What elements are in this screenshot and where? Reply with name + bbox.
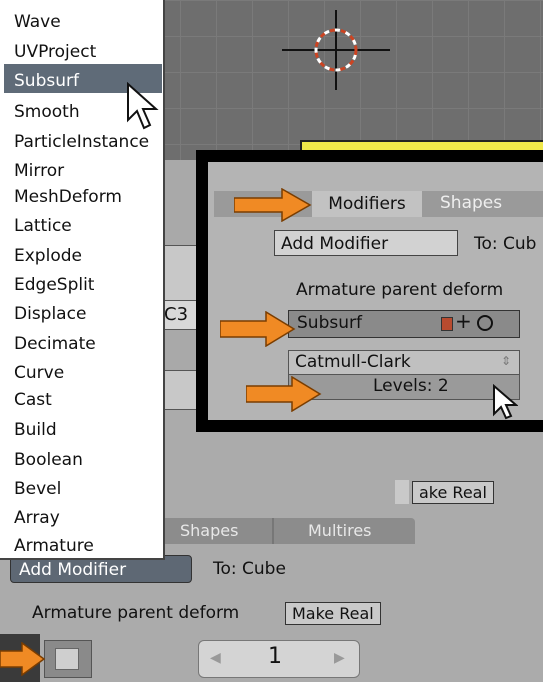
menu-item-particleinstance[interactable]: ParticleInstance — [14, 132, 149, 152]
armature-parent-deform-label: Armature parent deform — [296, 280, 504, 300]
target-label: To: Cube — [213, 559, 286, 579]
make-real-button-partial[interactable]: ake Real — [412, 481, 494, 504]
arrow-annotation-modifiers-icon — [234, 188, 312, 222]
dropdown-arrows-icon: ⇕ — [501, 354, 512, 368]
menu-item-uvproject[interactable]: UVProject — [14, 42, 96, 62]
editmode-toggle-icon[interactable]: + — [455, 309, 472, 333]
menu-item-lattice[interactable]: Lattice — [14, 216, 72, 236]
panel-field-partial — [163, 370, 198, 410]
subsurf-modifier-header[interactable]: Subsurf + — [288, 309, 520, 338]
image-icon — [55, 648, 79, 670]
tab-divider — [272, 518, 274, 544]
levels-value: Levels: 2 — [373, 376, 449, 396]
menu-item-subsurf[interactable]: Subsurf — [14, 71, 79, 91]
menu-item-array[interactable]: Array — [14, 508, 60, 528]
frame-number-value: 1 — [268, 644, 282, 669]
add-modifier-button[interactable]: Add Modifier — [274, 230, 458, 256]
mouse-cursor-icon — [493, 384, 518, 420]
panel-field-partial-c3[interactable]: C3 — [163, 300, 199, 330]
panel-field-partial — [163, 245, 198, 303]
render-toggle-icon[interactable] — [441, 317, 453, 331]
levels-field[interactable]: Levels: 2 — [288, 374, 520, 400]
3d-cursor-icon — [282, 10, 390, 90]
menu-item-edgesplit[interactable]: EdgeSplit — [14, 275, 94, 295]
panel-edge — [395, 480, 409, 504]
target-label: To: Cub — [474, 234, 537, 254]
panel-tabs: Shapes Multires — [160, 518, 415, 544]
tab-modifiers[interactable]: Modifiers — [312, 191, 422, 217]
menu-item-meshdeform[interactable]: MeshDeform — [14, 187, 122, 207]
armature-parent-deform-label: Armature parent deform — [32, 603, 240, 623]
make-real-button[interactable]: Make Real — [285, 602, 381, 625]
menu-item-explode[interactable]: Explode — [14, 246, 82, 266]
menu-item-mirror[interactable]: Mirror — [14, 161, 64, 181]
image-button[interactable] — [44, 640, 92, 678]
mouse-cursor-icon — [127, 82, 159, 130]
arrow-annotation-levels-icon — [246, 376, 322, 412]
tab-shapes[interactable]: Shapes — [440, 193, 502, 213]
menu-item-decimate[interactable]: Decimate — [14, 334, 96, 354]
subdivision-type-dropdown[interactable]: Catmull-Clark ⇕ — [288, 350, 520, 376]
menu-item-cast[interactable]: Cast — [14, 390, 52, 410]
arrow-annotation-subsurf-icon — [220, 311, 296, 347]
menu-item-smooth[interactable]: Smooth — [14, 102, 80, 122]
arrow-annotation-image-icon — [0, 642, 46, 676]
menu-item-build[interactable]: Build — [14, 420, 57, 440]
tab-multires[interactable]: Multires — [308, 521, 372, 540]
menu-item-armature[interactable]: Armature — [14, 536, 94, 556]
cage-toggle-icon[interactable] — [477, 315, 493, 331]
tab-shapes[interactable]: Shapes — [180, 521, 238, 540]
increment-arrow-icon[interactable]: ▶ — [334, 650, 345, 666]
modifier-name-field[interactable]: Subsurf — [297, 313, 362, 333]
menu-item-curve[interactable]: Curve — [14, 363, 64, 383]
subdivision-type-value: Catmull-Clark — [295, 352, 411, 372]
menu-item-boolean[interactable]: Boolean — [14, 450, 83, 470]
decrement-arrow-icon[interactable]: ◀ — [210, 650, 221, 666]
menu-item-wave[interactable]: Wave — [14, 12, 61, 32]
menu-item-bevel[interactable]: Bevel — [14, 479, 61, 499]
menu-item-displace[interactable]: Displace — [14, 304, 86, 324]
